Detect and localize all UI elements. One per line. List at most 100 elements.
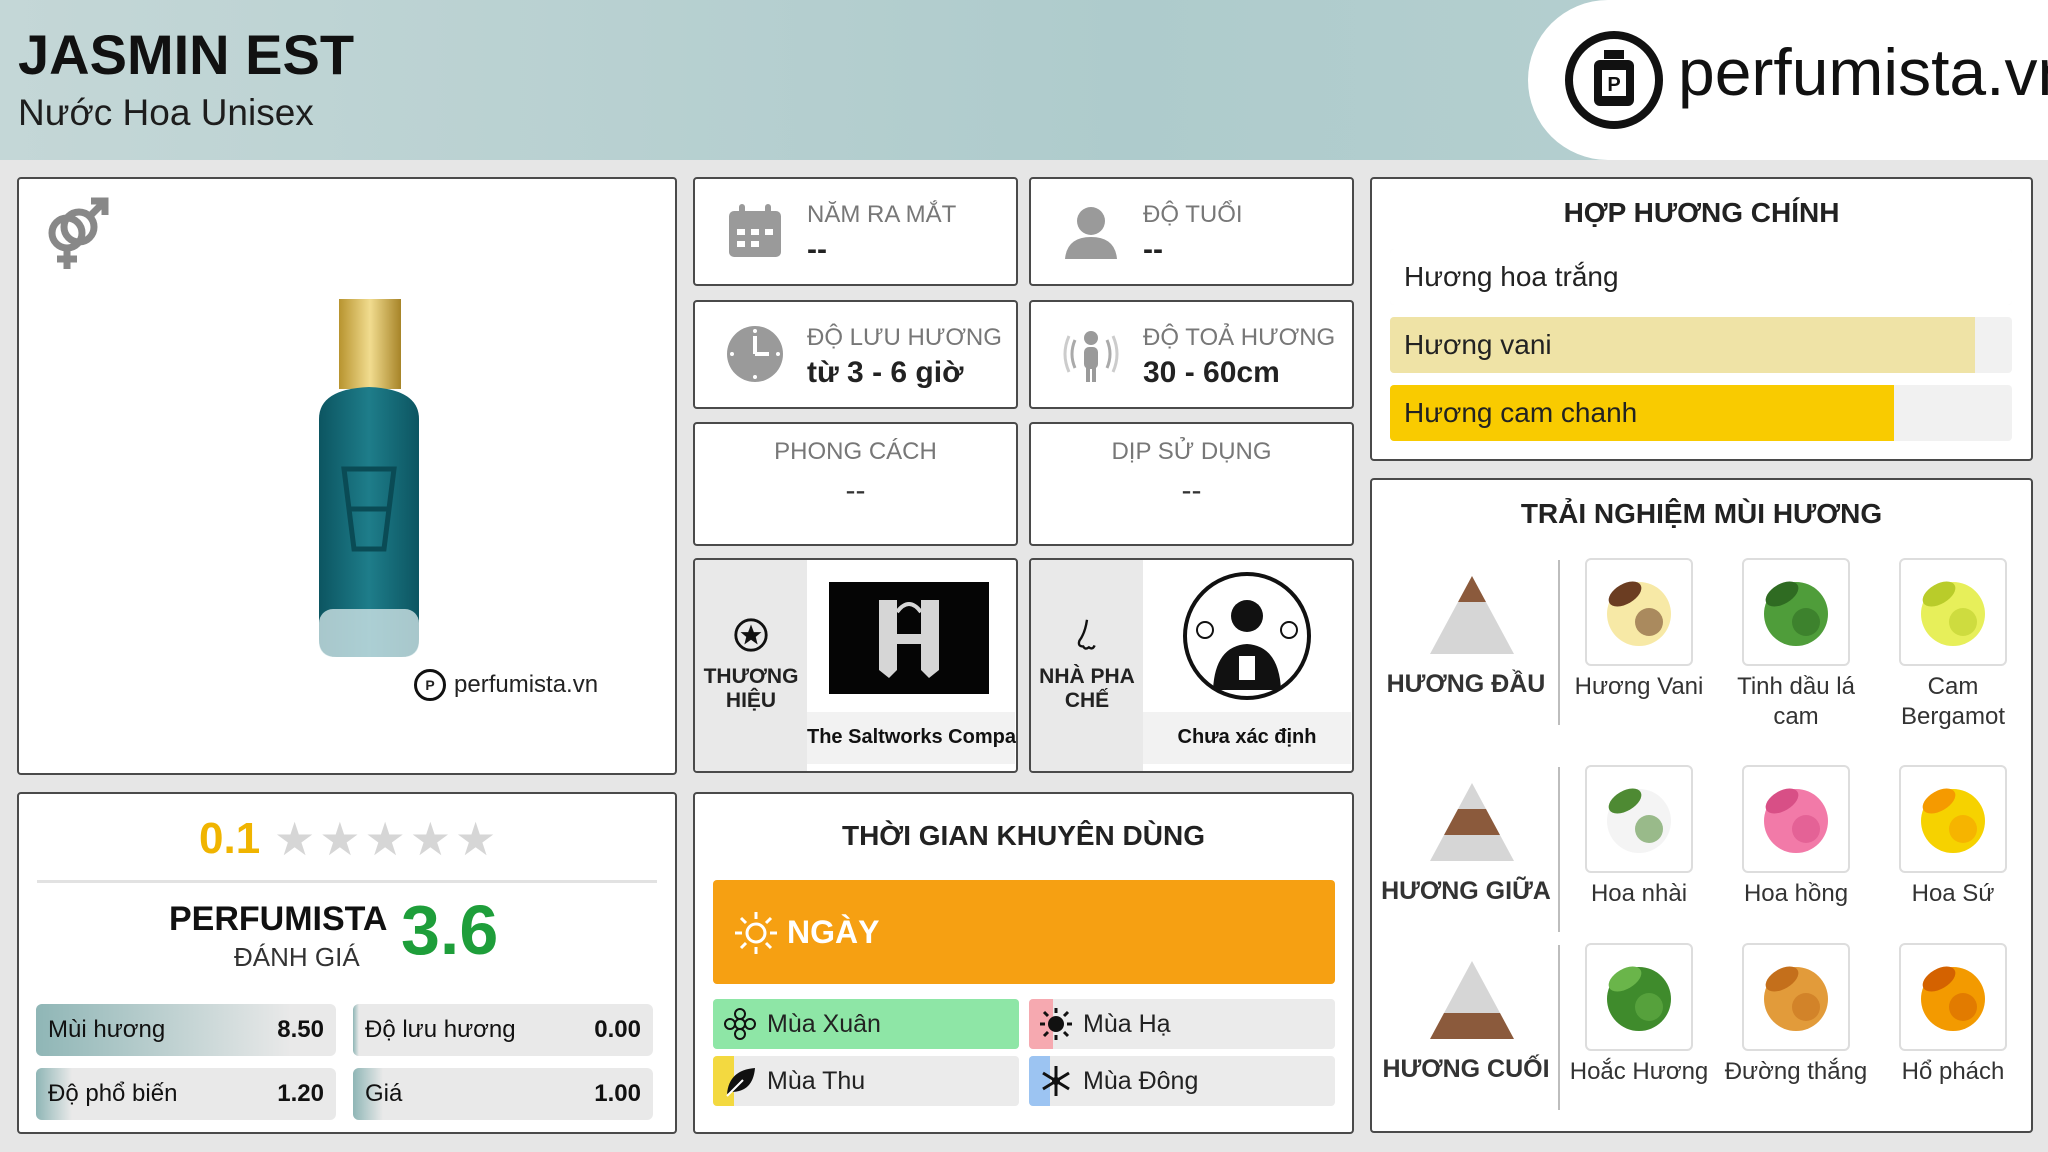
brand-name: The Saltworks Company: [807, 712, 1016, 764]
svg-text:P: P: [1607, 74, 1620, 96]
star-icon[interactable]: ★: [319, 816, 360, 862]
brand-side: THƯƠNG HIỆU: [695, 560, 807, 771]
season-name: Mùa Đông: [1083, 1067, 1199, 1095]
note-name: Hoa hồng: [1743, 880, 1849, 907]
perfume-subtitle: Nước Hoa Unisex: [18, 92, 314, 133]
season-name: Mùa Xuân: [767, 1010, 881, 1038]
sillage-value: 30 - 60cm: [1143, 356, 1280, 389]
tier-label: HƯƠNG GIỮA: [1381, 877, 1551, 905]
star-icon[interactable]: ★: [410, 816, 451, 862]
star-icon[interactable]: ★: [455, 816, 496, 862]
note-image: [1585, 558, 1693, 666]
tier-divider: [1558, 767, 1560, 932]
accord-name: Hương hoa trắng: [1404, 261, 1619, 292]
note-card[interactable]: Hổ phách: [1878, 943, 2028, 1087]
rating-metric-fill: [353, 1004, 359, 1056]
accord-bar: Hương cam chanh: [1390, 385, 2012, 441]
star-rating[interactable]: ★ ★ ★ ★ ★: [274, 816, 496, 862]
perfumer-side: NHÀ PHA CHẾ: [1031, 560, 1143, 771]
season-name: Mùa Thu: [767, 1067, 866, 1095]
rating-metric-name: Giá: [365, 1080, 403, 1107]
calendar-icon: [729, 204, 781, 257]
rating-metric: Mùi hương 8.50: [36, 1004, 336, 1056]
accord-name: Hương vani: [1404, 329, 1552, 360]
rating-metric: Giá 1.00: [353, 1068, 653, 1120]
rating-divider: [37, 880, 657, 883]
note-card[interactable]: Hoa Sứ: [1878, 765, 2028, 909]
perfumista-watermark-icon: P: [414, 669, 446, 701]
perfumer-card[interactable]: NHÀ PHA CHẾ Chưa xác định: [1029, 558, 1354, 773]
perfumer-label-line2: CHẾ: [1064, 689, 1110, 712]
accord-name: Hương cam chanh: [1404, 397, 1638, 428]
occasion-card: DỊP SỬ DỤNG --: [1029, 422, 1354, 546]
rating-metric-name: Độ lưu hương: [365, 1016, 516, 1043]
accord-bar: Hương hoa trắng: [1390, 249, 2012, 305]
pyramid-icon: [1430, 783, 1514, 861]
note-card[interactable]: Hương Vani: [1564, 558, 1714, 702]
age-label: ĐỘ TUỔI: [1143, 201, 1243, 228]
sillage-label: ĐỘ TOẢ HƯƠNG: [1143, 324, 1336, 351]
star-badge-icon: [734, 618, 768, 652]
sun-icon: [1040, 1008, 1072, 1040]
scent-experience-panel: TRẢI NGHIỆM MÙI HƯƠNG HƯƠNG ĐẦU Hương Van…: [1370, 478, 2033, 1133]
tier-divider: [1558, 560, 1560, 725]
note-image: [1899, 558, 2007, 666]
note-card[interactable]: Hoa nhài: [1564, 765, 1714, 909]
watermark: P perfumista.vn: [414, 669, 598, 701]
experience-title: TRẢI NGHIỆM MÙI HƯƠNG: [1520, 498, 1883, 529]
day-usage-bar: NGÀY: [713, 880, 1335, 984]
star-icon[interactable]: ★: [365, 816, 406, 862]
note-image: [1899, 943, 2007, 1051]
accords-title: HỢP HƯƠNG CHÍNH: [1563, 197, 1840, 228]
season-bar: Mùa Thu: [713, 1056, 1019, 1106]
season-name: Mùa Hạ: [1083, 1010, 1171, 1038]
radiate-person-icon: [1063, 331, 1119, 382]
note-image: [1742, 558, 1850, 666]
tier-label: HƯƠNG CUỐI: [1382, 1055, 1550, 1083]
release-year-value: --: [807, 233, 827, 266]
product-image-panel: P perfumista.vn: [17, 177, 677, 775]
note-card[interactable]: Tinh dầu lá cam: [1721, 558, 1871, 732]
note-card[interactable]: Hoắc Hương: [1564, 943, 1714, 1087]
rating-metric-value: 0.00: [594, 1016, 641, 1043]
perfumista-score: 3.6: [401, 891, 499, 969]
age-value: --: [1143, 233, 1163, 266]
flower-icon: [724, 1008, 756, 1040]
sillage-card: ĐỘ TOẢ HƯƠNG 30 - 60cm: [1029, 300, 1354, 409]
note-card[interactable]: Đường thắng: [1721, 943, 1871, 1087]
person-icon: [1065, 207, 1117, 259]
occasion-label: DỊP SỬ DỤNG: [1111, 438, 1272, 465]
release-year-card: NĂM RA MẮT --: [693, 177, 1018, 286]
note-name: Hổ phách: [1901, 1058, 2005, 1085]
note-name: Hoa nhài: [1590, 880, 1688, 907]
note-image: [1585, 943, 1693, 1051]
rating-metric: Độ phổ biến 1.20: [36, 1068, 336, 1120]
perfumista-rating-label: PERFUMISTA: [169, 900, 388, 938]
user-score: 0.1: [199, 814, 261, 863]
perfumer-image: [1143, 560, 1351, 712]
star-icon[interactable]: ★: [274, 816, 315, 862]
accord-bar: Hương vani: [1390, 317, 2012, 373]
perfumista-rating-sublabel: ĐÁNH GIÁ: [234, 942, 360, 972]
note-image: [1742, 943, 1850, 1051]
note-image: [1899, 765, 2007, 873]
leaf-icon: [726, 1068, 755, 1097]
brand-logo-image: [807, 560, 1015, 712]
clock-icon: [727, 326, 783, 382]
sun-outline-icon: [735, 912, 777, 954]
rating-metric-value: 1.00: [594, 1080, 641, 1107]
rating-metric-name: Độ phổ biến: [48, 1080, 178, 1107]
age-card: ĐỘ TUỔI --: [1029, 177, 1354, 286]
note-name: Tinh dầu lá cam: [1737, 673, 1855, 730]
brand-label-line2: HIỆU: [725, 689, 777, 712]
note-name: Hoắc Hương: [1569, 1058, 1709, 1085]
note-card[interactable]: Hoa hồng: [1721, 765, 1871, 909]
style-label: PHONG CÁCH: [774, 438, 937, 465]
occasion-value: --: [1181, 474, 1202, 507]
brand-logo[interactable]: P perfumista.vn: [1528, 0, 2048, 160]
note-card[interactable]: Cam Bergamot: [1878, 558, 2028, 732]
note-name: Cam Bergamot: [1900, 673, 2006, 730]
watermark-text: perfumista.vn: [454, 671, 599, 698]
brand-card[interactable]: THƯƠNG HIỆU The Saltworks Company: [693, 558, 1018, 773]
note-image: [1585, 765, 1693, 873]
